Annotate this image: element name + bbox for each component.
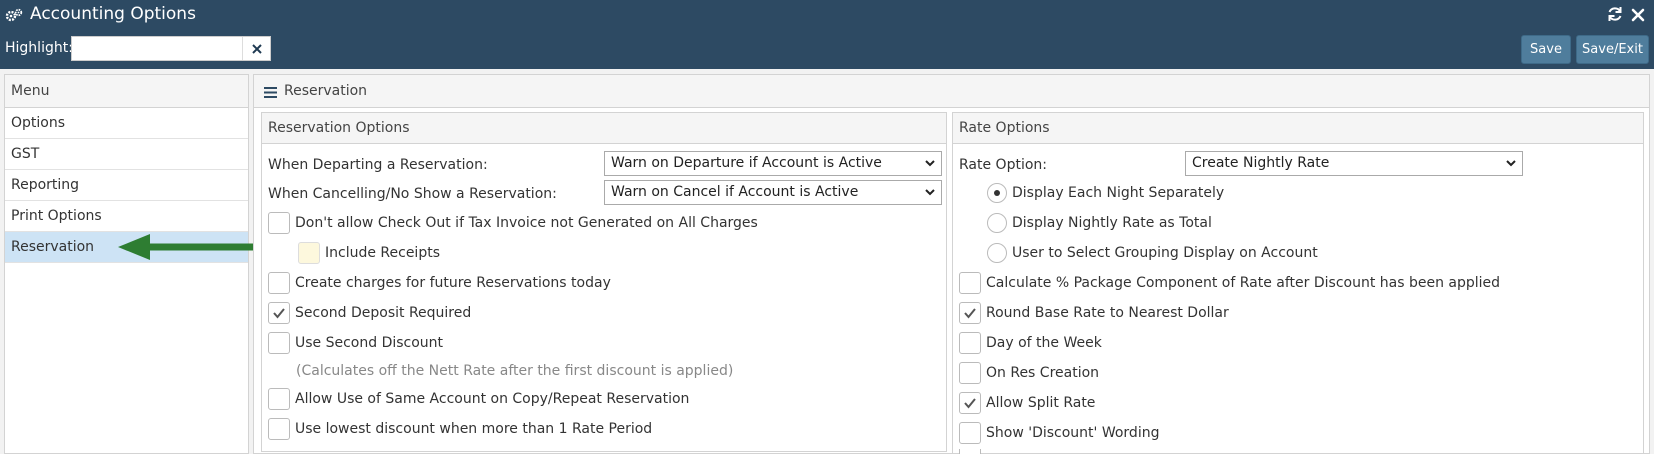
second-deposit-option[interactable]: Second Deposit Required	[268, 301, 471, 325]
clear-highlight-button[interactable]	[242, 37, 270, 60]
checkbox[interactable]	[959, 272, 981, 294]
departing-label: When Departing a Reservation:	[268, 157, 488, 173]
menu-item-options[interactable]: Options	[5, 108, 248, 139]
save-button[interactable]: Save	[1521, 35, 1571, 64]
partially-visible-option[interactable]	[959, 449, 986, 454]
gears-icon	[5, 8, 23, 22]
window-title: Accounting Options	[30, 4, 196, 24]
show-discount-wording-option[interactable]: Show 'Discount' Wording	[959, 421, 1159, 445]
checkbox[interactable]	[268, 332, 290, 354]
include-receipts-option[interactable]: Include Receipts	[298, 241, 440, 265]
chevron-down-icon	[925, 189, 935, 196]
departing-select-value: Warn on Departure if Account is Active	[611, 155, 882, 171]
lowest-discount-option[interactable]: Use lowest discount when more than 1 Rat…	[268, 417, 652, 441]
cancelling-select[interactable]: Warn on Cancel if Account is Active	[604, 180, 942, 205]
on-res-creation-option[interactable]: On Res Creation	[959, 361, 1099, 385]
checkbox[interactable]	[298, 242, 320, 264]
rate-option-select[interactable]: Create Nightly Rate	[1185, 151, 1523, 176]
rate-options-header: Rate Options	[953, 113, 1643, 144]
reservation-options-section: Reservation Options When Departing a Res…	[261, 112, 947, 452]
checkbox-label: Don't allow Check Out if Tax Invoice not…	[295, 215, 758, 231]
save-exit-button[interactable]: Save/Exit	[1576, 35, 1649, 64]
radio-label: Display Each Night Separately	[1012, 185, 1225, 201]
checkbox-label: Use Second Discount	[295, 335, 444, 351]
second-discount-option[interactable]: Use Second Discount	[268, 331, 443, 355]
radio-label: Display Nightly Rate as Total	[1012, 215, 1212, 231]
clear-icon	[251, 43, 262, 54]
checkbox[interactable]	[959, 449, 981, 454]
title-row: Accounting Options	[0, 0, 1654, 30]
allow-split-rate-option[interactable]: Allow Split Rate	[959, 391, 1095, 415]
rate-option-label: Rate Option:	[959, 157, 1047, 173]
radio-button[interactable]	[987, 243, 1007, 263]
title-bar: Accounting Options Highlight: Save Save/…	[0, 0, 1654, 69]
highlight-field	[71, 36, 271, 61]
checkbox[interactable]	[268, 212, 290, 234]
checkbox-label: Day of the Week	[986, 335, 1102, 351]
rate-option-select-value: Create Nightly Rate	[1192, 155, 1330, 171]
main-header: Reservation	[254, 75, 1649, 108]
checkout-tax-invoice-option[interactable]: Don't allow Check Out if Tax Invoice not…	[268, 211, 758, 235]
page-title: Reservation	[284, 83, 368, 99]
menu-item-print-options[interactable]: Print Options	[5, 201, 248, 232]
checkbox[interactable]	[268, 418, 290, 440]
close-icon[interactable]	[1630, 7, 1646, 23]
checkbox-label: Second Deposit Required	[295, 305, 472, 321]
radio-selected-dot	[994, 190, 1000, 196]
checkbox-label: Use lowest discount when more than 1 Rat…	[295, 421, 653, 437]
cancelling-label: When Cancelling/No Show a Reservation:	[268, 186, 557, 202]
radio-label: User to Select Grouping Display on Accou…	[1012, 245, 1318, 261]
checkbox-label: Include Receipts	[325, 245, 440, 261]
checkbox-label: Allow Use of Same Account on Copy/Repeat…	[295, 391, 690, 407]
checkbox[interactable]	[959, 302, 981, 324]
same-account-copy-option[interactable]: Allow Use of Same Account on Copy/Repeat…	[268, 387, 689, 411]
checkmark-icon	[964, 308, 976, 319]
radio-button[interactable]	[987, 183, 1007, 203]
highlight-label: Highlight:	[5, 40, 73, 56]
user-select-grouping-option[interactable]: User to Select Grouping Display on Accou…	[987, 241, 1318, 265]
checkmark-icon	[964, 398, 976, 409]
hamburger-icon[interactable]	[264, 87, 277, 98]
display-nightly-total-option[interactable]: Display Nightly Rate as Total	[987, 211, 1212, 235]
menu-panel: Menu Options GST Reporting Print Options…	[4, 74, 249, 454]
menu-item-gst[interactable]: GST	[5, 139, 248, 170]
checkbox[interactable]	[959, 422, 981, 444]
checkbox[interactable]	[959, 392, 981, 414]
checkbox-label: Show 'Discount' Wording	[986, 425, 1160, 441]
rate-options-section: Rate Options Rate Option: Create Nightly…	[952, 112, 1644, 454]
chevron-down-icon	[1506, 160, 1516, 167]
menu-item-reporting[interactable]: Reporting	[5, 170, 248, 201]
highlight-input[interactable]	[72, 37, 242, 60]
checkbox-label: Round Base Rate to Nearest Dollar	[986, 305, 1229, 321]
menu-header: Menu	[5, 75, 248, 108]
radio-button[interactable]	[987, 213, 1007, 233]
display-each-night-option[interactable]: Display Each Night Separately	[987, 181, 1224, 205]
package-component-option[interactable]: Calculate % Package Component of Rate af…	[959, 271, 1500, 295]
refresh-icon[interactable]	[1606, 5, 1624, 23]
checkbox-label: On Res Creation	[986, 365, 1100, 381]
checkmark-icon	[273, 308, 285, 319]
departing-select[interactable]: Warn on Departure if Account is Active	[604, 151, 942, 176]
day-of-week-option[interactable]: Day of the Week	[959, 331, 1102, 355]
second-discount-note: (Calculates off the Nett Rate after the …	[296, 363, 734, 379]
checkbox-label: Allow Split Rate	[986, 395, 1096, 411]
checkbox[interactable]	[268, 388, 290, 410]
chevron-down-icon	[925, 160, 935, 167]
reservation-options-header: Reservation Options	[262, 113, 946, 144]
checkbox[interactable]	[959, 362, 981, 384]
checkbox-label: Create charges for future Reservations t…	[295, 275, 611, 291]
checkbox[interactable]	[268, 302, 290, 324]
checkbox-label: Calculate % Package Component of Rate af…	[986, 275, 1501, 291]
round-base-rate-option[interactable]: Round Base Rate to Nearest Dollar	[959, 301, 1229, 325]
checkbox[interactable]	[959, 332, 981, 354]
checkbox[interactable]	[268, 272, 290, 294]
future-charges-option[interactable]: Create charges for future Reservations t…	[268, 271, 611, 295]
cancelling-select-value: Warn on Cancel if Account is Active	[611, 184, 859, 200]
